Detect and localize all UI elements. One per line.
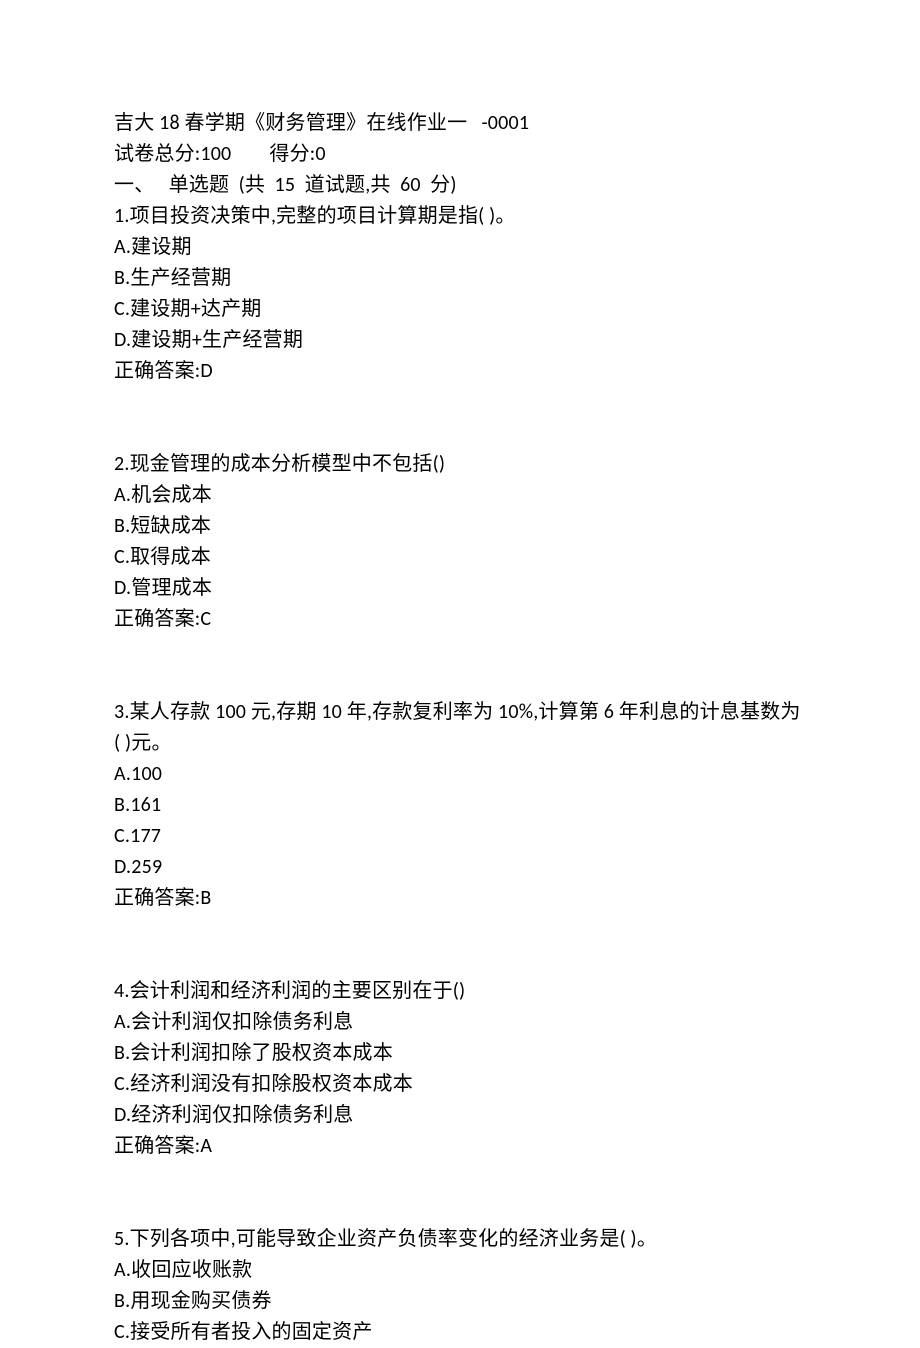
question-option: A.机会成本 <box>114 480 806 511</box>
score-label: 得分: <box>269 142 315 166</box>
question-stem: 2.现金管理的成本分析模型中不包括() <box>114 449 806 480</box>
question-option: C.经济利润没有扣除股权资本成本 <box>114 1069 806 1100</box>
total-score-label: 试卷总分: <box>114 142 200 166</box>
answer-label: 正确答案: <box>114 886 200 910</box>
question-option: D.259 <box>114 852 806 883</box>
answer-value: B <box>200 886 211 910</box>
question-option: A.建设期 <box>114 232 806 263</box>
document-header: 吉大 18 春学期《财务管理》在线作业一 -0001 试卷总分:100 得分:0 一、… <box>114 108 806 387</box>
totals-line: 试卷总分:100 得分:0 <box>114 139 806 170</box>
question-block: 2.现金管理的成本分析模型中不包括()A.机会成本B.短缺成本C.取得成本D.管… <box>114 449 806 635</box>
question-stem: 5.下列各项中,可能导致企业资产负债率变化的经济业务是( )。 <box>114 1224 806 1255</box>
question-stem: 3.某人存款 100 元,存期 10 年,存款复利率为 10%,计算第 6 年利… <box>114 697 806 759</box>
document-title: 吉大 18 春学期《财务管理》在线作业一 -0001 <box>114 108 806 139</box>
answer-label: 正确答案: <box>114 607 200 631</box>
question-stem: 4.会计利润和经济利润的主要区别在于() <box>114 976 806 1007</box>
answer-label: 正确答案: <box>114 359 200 383</box>
question-option: B.会计利润扣除了股权资本成本 <box>114 1038 806 1069</box>
question-option: B.生产经营期 <box>114 263 806 294</box>
question-option: C.建设期+达产期 <box>114 294 806 325</box>
total-score-value: 100 <box>200 142 231 166</box>
question-option: C.接受所有者投入的固定资产 <box>114 1317 806 1348</box>
question-option: B.短缺成本 <box>114 511 806 542</box>
answer-line: 正确答案:A <box>114 1131 806 1162</box>
question-option: D.建设期+生产经营期 <box>114 325 806 356</box>
question-option: C.取得成本 <box>114 542 806 573</box>
question-option: A.会计利润仅扣除债务利息 <box>114 1007 806 1038</box>
answer-label: 正确答案: <box>114 1134 200 1158</box>
question-option: C.177 <box>114 821 806 852</box>
answer-line: 正确答案:C <box>114 604 806 635</box>
question-block: 4.会计利润和经济利润的主要区别在于()A.会计利润仅扣除债务利息B.会计利润扣… <box>114 976 806 1162</box>
answer-line: 正确答案:D <box>114 356 806 387</box>
answer-value: C <box>200 607 211 631</box>
question-option: D.经济利润仅扣除债务利息 <box>114 1100 806 1131</box>
question-stem: 1.项目投资决策中,完整的项目计算期是指( )。 <box>114 201 806 232</box>
answer-value: D <box>200 359 213 383</box>
question-option: D.管理成本 <box>114 573 806 604</box>
question-option: A.100 <box>114 759 806 790</box>
question-block: 5.下列各项中,可能导致企业资产负债率变化的经济业务是( )。A.收回应收账款B… <box>114 1224 806 1348</box>
section-heading: 一、 单选题 (共 15 道试题,共 60 分) <box>114 170 806 201</box>
answer-line: 正确答案:B <box>114 883 806 914</box>
score-value: 0 <box>315 142 325 166</box>
question-option: B.161 <box>114 790 806 821</box>
question-block: 3.某人存款 100 元,存期 10 年,存款复利率为 10%,计算第 6 年利… <box>114 697 806 914</box>
question-option: A.收回应收账款 <box>114 1255 806 1286</box>
answer-value: A <box>200 1134 212 1158</box>
